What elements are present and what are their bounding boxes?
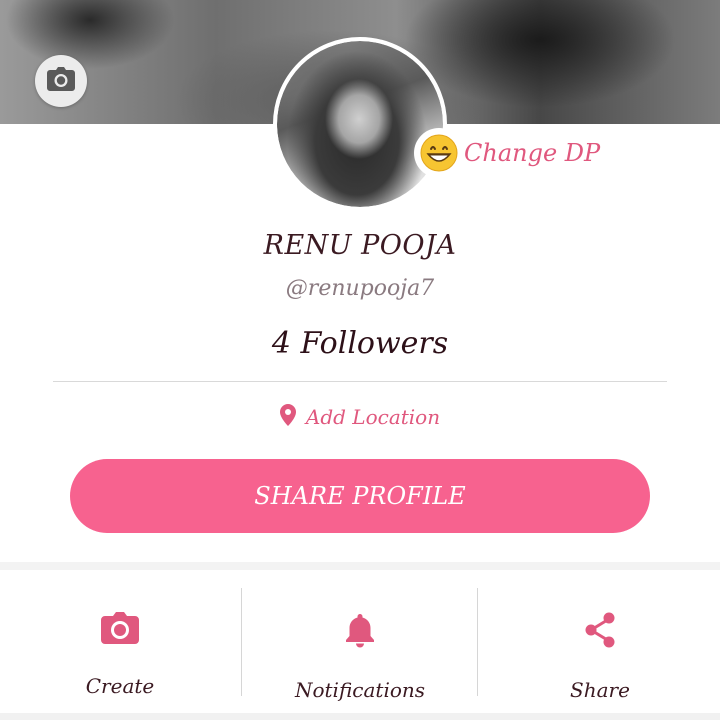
change-cover-button[interactable] [35,55,87,107]
create-button[interactable]: Create [0,570,240,713]
location-pin-icon [279,404,296,430]
notifications-label: Notifications [294,678,426,702]
change-dp-label: Change DP [464,139,601,167]
section-separator [0,562,720,570]
add-location-label: Add Location [305,405,441,429]
share-button[interactable]: Share [480,570,720,713]
bell-icon [344,612,376,652]
profile-avatar[interactable] [273,37,447,211]
change-dp-button[interactable]: Change DP [414,128,600,178]
bottom-action-bar: Create Notifications Share [0,570,720,713]
divider [241,588,242,696]
add-location-button[interactable]: Add Location [0,404,720,430]
camera-icon [47,67,75,95]
share-icon [583,612,617,652]
notifications-button[interactable]: Notifications [240,570,480,713]
followers-count[interactable]: 4 Followers [0,326,720,361]
share-profile-label: SHARE PROFILE [254,482,466,510]
create-label: Create [85,674,155,698]
divider [53,381,667,382]
avatar-photo [277,41,443,207]
profile-handle: @renupooja7 [285,276,435,301]
share-profile-button[interactable]: SHARE PROFILE [70,459,650,533]
divider [477,588,478,696]
profile-name: RENU POOJA [263,230,457,261]
grinning-face-icon [414,128,464,178]
camera-icon [101,612,139,648]
share-label: Share [570,678,630,702]
bottom-edge [0,713,720,720]
